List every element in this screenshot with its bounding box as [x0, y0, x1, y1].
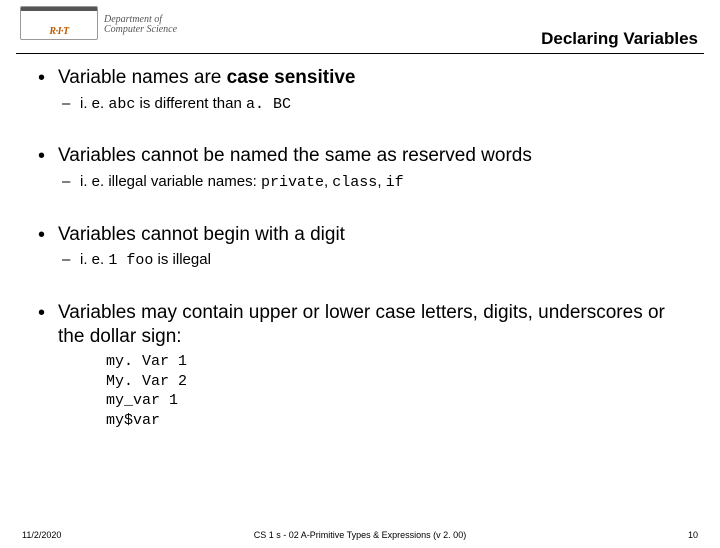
- footer-page: 10: [688, 530, 698, 540]
- text-run: ,: [377, 173, 385, 190]
- bullet-text: Variables cannot be named the same as re…: [36, 144, 684, 168]
- bullet-text: Variables may contain upper or lower cas…: [36, 301, 684, 349]
- department-label: Department of Computer Science: [104, 11, 177, 36]
- text-run: i. e.: [80, 95, 108, 112]
- code-run: class: [332, 174, 377, 191]
- slide-content: Variable names are case sensitive i. e. …: [0, 54, 720, 430]
- bullet-item: Variables cannot begin with a digit i. e…: [36, 223, 684, 271]
- example-list: my. Var 1 My. Var 2 my_var 1 my$var: [36, 352, 684, 430]
- sub-list: i. e. 1 foo is illegal: [36, 250, 684, 271]
- sub-list: i. e. abc is different than a. BC: [36, 94, 684, 115]
- text-run: is illegal: [153, 251, 211, 268]
- text-run: i. e. illegal variable names:: [80, 173, 261, 190]
- example-item: my. Var 1: [106, 352, 684, 372]
- code-run: a. BC: [246, 96, 291, 113]
- example-item: my$var: [106, 411, 684, 431]
- code-run: private: [261, 174, 324, 191]
- text-run: is different than: [135, 95, 246, 112]
- bold-run: case sensitive: [227, 67, 356, 88]
- footer-center: CS 1 s - 02 A-Primitive Types & Expressi…: [0, 530, 720, 540]
- slide-header: R·I·T Department of Computer Science Dec…: [16, 8, 704, 54]
- example-item: my_var 1: [106, 391, 684, 411]
- text-run: i. e.: [80, 251, 108, 268]
- bullet-item: Variables may contain upper or lower cas…: [36, 301, 684, 431]
- slide-title: Declaring Variables: [541, 29, 698, 49]
- text-run: Variable names are: [58, 67, 227, 88]
- sub-bullet: i. e. illegal variable names: private, c…: [36, 172, 684, 193]
- slide-footer: 11/2/2020 CS 1 s - 02 A-Primitive Types …: [0, 530, 720, 540]
- rit-logo: R·I·T: [20, 6, 98, 40]
- sub-bullet: i. e. abc is different than a. BC: [36, 94, 684, 115]
- logo-block: R·I·T Department of Computer Science: [20, 6, 177, 40]
- dept-line1: Department of: [104, 14, 162, 25]
- code-run: abc: [108, 96, 135, 113]
- code-run: 1 foo: [108, 252, 153, 269]
- bullet-list: Variable names are case sensitive i. e. …: [36, 66, 684, 430]
- example-item: My. Var 2: [106, 372, 684, 392]
- bullet-text: Variables cannot begin with a digit: [36, 223, 684, 247]
- bullet-item: Variables cannot be named the same as re…: [36, 144, 684, 192]
- bullet-text: Variable names are case sensitive: [36, 66, 684, 90]
- dept-line2: Computer Science: [104, 24, 177, 35]
- sub-bullet: i. e. 1 foo is illegal: [36, 250, 684, 271]
- sub-list: i. e. illegal variable names: private, c…: [36, 172, 684, 193]
- footer-date: 11/2/2020: [22, 530, 61, 540]
- bullet-item: Variable names are case sensitive i. e. …: [36, 66, 684, 114]
- code-run: if: [386, 174, 404, 191]
- slide: R·I·T Department of Computer Science Dec…: [0, 8, 720, 548]
